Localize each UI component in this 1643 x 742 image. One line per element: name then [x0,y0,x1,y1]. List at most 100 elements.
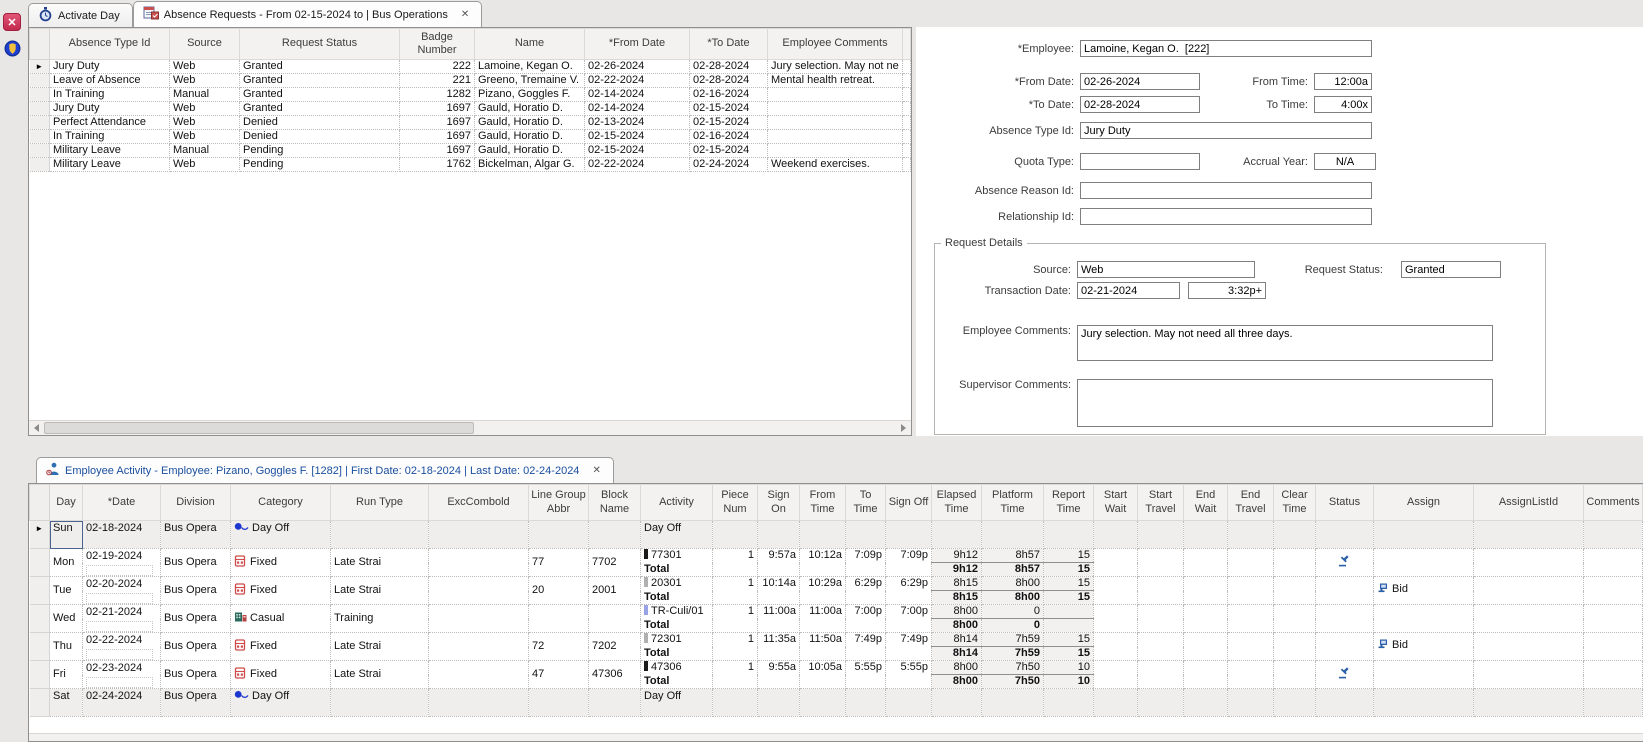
cell-name[interactable]: Gauld, Horatio D. [474,101,585,116]
cell-from-date[interactable]: 02-14-2024 [584,87,690,102]
cell-sign-off[interactable] [885,520,932,549]
cell-end-travel[interactable] [1227,688,1274,717]
cell-day[interactable]: Sun [49,520,83,549]
cell-from-date[interactable]: 02-14-2024 [584,101,690,116]
column-header[interactable]: Activity [640,484,713,521]
column-header[interactable]: Division [160,484,231,521]
cell-activity[interactable]: Day Off [640,688,713,717]
accrual-year-input[interactable] [1314,153,1376,170]
cell-platform[interactable]: 8h57 [981,548,1044,563]
cell-total-platform[interactable]: 7h59 [981,646,1044,661]
cell-name[interactable]: Gauld, Horatio D. [474,143,585,158]
cell-assign[interactable]: Bid [1373,576,1474,605]
cell-status[interactable]: Denied [239,115,400,130]
cell-division[interactable]: Bus Opera [160,660,231,689]
to-time-input[interactable] [1314,96,1372,113]
row-selector[interactable]: ► [29,520,50,549]
cell-start-wait[interactable] [1093,548,1138,577]
cell-assign[interactable] [1373,520,1474,549]
cell-to-time[interactable] [845,590,886,605]
cell-to-time[interactable] [845,618,886,633]
cell-end-travel[interactable] [1227,520,1274,549]
info-icon[interactable] [4,40,21,57]
column-header[interactable]: Run Type [330,484,429,521]
cell-report[interactable] [1043,688,1094,717]
cell-total-report[interactable]: 15 [1043,590,1094,605]
column-header[interactable]: End Wait [1183,484,1228,521]
cell-end-wait[interactable] [1183,576,1228,605]
cell-to-date[interactable]: 02-28-2024 [689,59,768,74]
row-selector[interactable] [29,688,50,717]
cell-status[interactable] [1315,688,1374,717]
cell-report[interactable] [1043,520,1094,549]
row-selector[interactable] [29,157,50,172]
cell-total-report[interactable] [1043,618,1094,633]
cell-division[interactable]: Bus Opera [160,520,231,549]
cell-sign-on[interactable]: 11:00a [757,604,800,619]
cell-start-wait[interactable] [1093,688,1138,717]
cell-total-elapsed[interactable]: 8h00 [931,618,982,633]
cell-name[interactable]: Gauld, Horatio D. [474,115,585,130]
cell-date[interactable]: 02-20-2024 [82,576,161,605]
cell-division[interactable]: Bus Opera [160,632,231,661]
row-selector[interactable] [29,129,50,144]
cell-from-date[interactable]: 02-22-2024 [584,73,690,88]
cell-exccombold[interactable] [428,688,529,717]
cell-date[interactable]: 02-24-2024 [82,688,161,717]
cell-elapsed[interactable]: 9h12 [931,548,982,563]
cell-start-travel[interactable] [1137,548,1184,577]
cell-sign-off[interactable] [885,590,932,605]
absence-row[interactable]: Military Leave Manual Pending 1697 Gauld, Ho… [29,143,911,158]
cell-exccombold[interactable] [428,576,529,605]
cell-line-group[interactable]: 47 [528,660,589,689]
column-header[interactable]: To Time [845,484,886,521]
column-header[interactable]: Badge Number [399,28,475,60]
row-selector[interactable] [29,73,50,88]
cell-day[interactable]: Thu [49,632,83,661]
cell-activity[interactable]: 72301 [640,632,713,647]
cell-start-travel[interactable] [1137,520,1184,549]
cell-total-label[interactable]: Total [640,618,713,633]
cell-elapsed[interactable]: 8h14 [931,632,982,647]
cell-piece[interactable] [712,646,758,661]
cell-from-date[interactable]: 02-15-2024 [584,129,690,144]
tab-absence-requests[interactable]: Absence Requests - From 02-15-2024 to | … [132,1,483,27]
cell-status[interactable]: Granted [239,73,400,88]
cell-from-date[interactable]: 02-15-2024 [584,143,690,158]
cell-date[interactable]: 02-18-2024 [82,520,161,549]
cell-assign[interactable]: Bid [1373,632,1474,661]
cell-sign-off[interactable] [885,618,932,633]
cell-comments[interactable] [1583,688,1643,717]
cell-comments[interactable] [1583,548,1643,577]
cell-total-report[interactable]: 15 [1043,646,1094,661]
cell-source[interactable]: Manual [169,143,240,158]
activity-row-dayoff[interactable]: ► Sun 02-18-2024 Bus Opera Day Off Day Off [29,520,1643,549]
tab-employee-activity[interactable]: Employee Activity - Employee: Pizano, Go… [36,457,614,483]
cell-run-type[interactable] [330,688,429,717]
column-header[interactable]: Piece Num [712,484,758,521]
cell-total-elapsed[interactable]: 9h12 [931,562,982,577]
cell-platform[interactable]: 8h00 [981,576,1044,591]
cell-piece[interactable] [712,618,758,633]
from-date-input[interactable] [1080,73,1200,90]
cell-comments[interactable] [1583,520,1643,549]
cell-total-elapsed[interactable]: 8h15 [931,590,982,605]
cell-total-platform[interactable]: 8h57 [981,562,1044,577]
cell-badge[interactable]: 221 [399,73,475,88]
cell-type[interactable]: Jury Duty [49,101,170,116]
cell-activity[interactable]: 77301 [640,548,713,563]
cell-to-time[interactable] [845,674,886,689]
cell-block[interactable]: 7202 [588,632,641,661]
cell-category[interactable]: Fixed [230,632,331,661]
cell-division[interactable]: Bus Opera [160,548,231,577]
cell-assign[interactable] [1373,548,1474,577]
cell-start-travel[interactable] [1137,632,1184,661]
column-header[interactable]: ExcCombold [428,484,529,521]
cell-block[interactable] [588,604,641,633]
quota-type-input[interactable] [1080,153,1200,170]
cell-exccombold[interactable] [428,632,529,661]
cell-comments[interactable] [767,143,903,158]
cell-total-report[interactable]: 15 [1043,562,1094,577]
cell-assignlistid[interactable] [1473,576,1584,605]
employee-input[interactable] [1080,40,1372,57]
